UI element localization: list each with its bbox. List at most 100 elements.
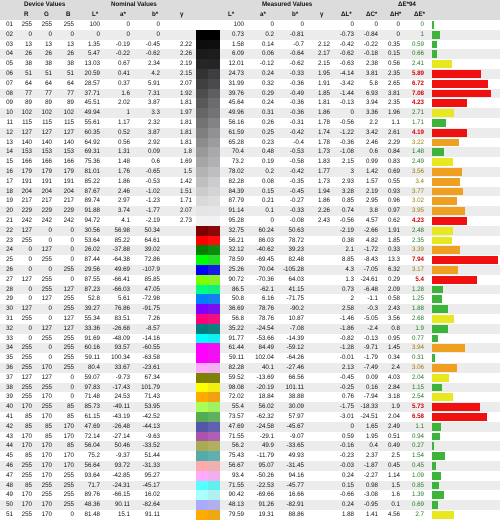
nominal-a-cell: 85.22 bbox=[114, 236, 130, 244]
measured-color-swatch bbox=[208, 470, 220, 481]
nominal-a-cell: 0.41 bbox=[117, 70, 130, 77]
measured-l-cell: 6.09 bbox=[231, 50, 244, 58]
nominal-gamma-cell: 2.15 bbox=[179, 70, 192, 77]
nominal-b-cell: 2.32 bbox=[147, 119, 160, 126]
nominal-a-cell: 1.48 bbox=[117, 158, 130, 166]
delta-e-bar bbox=[432, 462, 436, 470]
delta-e-cell: 7.08 bbox=[411, 89, 424, 97]
nominal-gamma-cell: 2.07 bbox=[179, 79, 192, 87]
device-g-cell: 170 bbox=[41, 364, 52, 371]
device-r-cell: 13 bbox=[25, 40, 32, 48]
device-r-cell: 255 bbox=[21, 21, 32, 28]
measured-a-cell: -69.66 bbox=[256, 491, 274, 499]
device-r-cell: 255 bbox=[21, 471, 32, 479]
nominal-l-cell: 59.07 bbox=[84, 373, 100, 381]
measured-gamma-cell: 2.26 bbox=[317, 207, 330, 215]
measured-color-swatch bbox=[208, 98, 220, 109]
delta-h-cell: 0.56 bbox=[387, 60, 400, 68]
device-r-cell: 127 bbox=[21, 373, 32, 381]
delta-e-cell: 4.23 bbox=[411, 217, 424, 224]
delta-h-cell: 1.6 bbox=[391, 491, 400, 499]
delta-l-cell: -0.23 bbox=[339, 452, 354, 460]
nominal-b-cell: -45.17 bbox=[142, 481, 160, 489]
device-g-cell: 170 bbox=[41, 462, 52, 469]
device-b-cell: 255 bbox=[63, 344, 74, 352]
measured-b-cell: -0.08 bbox=[289, 217, 304, 224]
device-b-cell: 204 bbox=[63, 187, 74, 195]
table-row: 51 255 170 0 81.48 15.1 91.11 79.59 19.31 88.86 1.… bbox=[0, 510, 500, 520]
measured-l-cell: 45.64 bbox=[228, 99, 244, 107]
table-row: 15 166 166 166 75.36 1.48 0.6 1.69 73.2 0.19 -0.58… bbox=[0, 157, 500, 167]
nominal-l-cell: 53.64 bbox=[84, 236, 100, 244]
nominal-a-cell: 0 bbox=[126, 21, 130, 28]
device-b-cell: 191 bbox=[63, 177, 74, 185]
nominal-gamma-cell: 2.26 bbox=[179, 50, 192, 58]
delta-e-bar bbox=[432, 70, 481, 78]
measured-b-cell: 78.72 bbox=[288, 236, 304, 244]
patch-id-cell: 39 bbox=[6, 393, 13, 401]
col-header-delta-h: ΔH* bbox=[390, 11, 402, 18]
table-row: 22 127 0 0 30.56 56.98 50.34 32.75 60.24 50.63 -2.… bbox=[0, 225, 500, 236]
delta-c-cell: -2.66 bbox=[363, 226, 378, 234]
device-r-cell: 0 bbox=[28, 285, 32, 293]
nominal-b-cell: 95.27 bbox=[144, 471, 160, 479]
measured-b-cell: 49.93 bbox=[288, 452, 304, 460]
device-g-cell: 255 bbox=[41, 21, 52, 28]
patch-id-cell: 16 bbox=[6, 168, 13, 175]
measured-b-cell: -0.42 bbox=[289, 168, 304, 175]
device-b-cell: 77 bbox=[67, 89, 74, 97]
measured-color-swatch bbox=[208, 363, 220, 373]
delta-l-cell: 0 bbox=[350, 422, 354, 430]
header-delta-e94: ΔE*94 bbox=[398, 1, 416, 8]
device-r-cell: 0 bbox=[28, 30, 32, 38]
nominal-color-swatch bbox=[196, 353, 208, 363]
device-r-cell: 255 bbox=[21, 393, 32, 401]
measured-a-cell: 0.2 bbox=[265, 30, 274, 38]
delta-c-cell: -24.61 bbox=[360, 275, 378, 283]
nominal-gamma-cell: 1.5 bbox=[183, 168, 192, 175]
measured-a-cell: 18.84 bbox=[258, 393, 274, 401]
delta-e-bar bbox=[432, 442, 435, 451]
delta-l-cell: 2.13 bbox=[341, 364, 354, 371]
device-b-cell: 255 bbox=[63, 501, 74, 509]
device-r-cell: 255 bbox=[21, 236, 32, 244]
nominal-a-cell: 0.52 bbox=[117, 128, 130, 136]
table-row: 19 217 217 217 89.74 2.97 -1.23 1.71 87.79 0.21 -0… bbox=[0, 196, 500, 207]
delta-h-cell: 1.45 bbox=[387, 344, 400, 352]
delta-h-cell: 1.85 bbox=[387, 236, 400, 244]
nominal-l-cell: 85.73 bbox=[84, 403, 100, 411]
delta-h-cell: 0.55 bbox=[387, 177, 400, 185]
measured-b-cell: -9.07 bbox=[289, 432, 304, 440]
delta-h-cell: 2.09 bbox=[387, 285, 400, 293]
table-row: 33 0 255 255 91.69 -48.09 -14.16 91.77 -53.66 -14… bbox=[0, 333, 500, 344]
patch-id-cell: 51 bbox=[6, 511, 13, 518]
table-row: 23 255 0 0 53.64 85.22 64.61 56.21 86.03 78.72 0.3… bbox=[0, 235, 500, 246]
device-r-cell: 242 bbox=[21, 217, 32, 224]
nominal-b-cell: 101.79 bbox=[141, 383, 160, 391]
nominal-color-swatch bbox=[196, 137, 208, 148]
measured-l-cell: 61.59 bbox=[228, 128, 244, 136]
measured-color-swatch bbox=[208, 265, 220, 275]
nominal-l-cell: 87.55 bbox=[84, 275, 100, 283]
nominal-l-cell: 87.44 bbox=[84, 256, 100, 264]
delta-e-cell: 0.31 bbox=[411, 354, 424, 362]
delta-l-cell: -1.28 bbox=[339, 344, 354, 352]
measured-a-cell: 0.32 bbox=[261, 79, 274, 87]
table-row: 46 255 170 170 56.64 93.72 -31.33 56.67 95.07 -31… bbox=[0, 461, 500, 471]
delta-e-cell: 6.58 bbox=[411, 413, 424, 420]
delta-e-cell: 4.19 bbox=[411, 128, 424, 136]
measured-color-swatch bbox=[208, 216, 220, 226]
delta-e-bar bbox=[432, 501, 438, 509]
measured-a-cell: 0.48 bbox=[261, 148, 274, 156]
delta-l-cell: -0.36 bbox=[339, 138, 354, 146]
delta-c-cell: -2.4 bbox=[367, 324, 378, 332]
nominal-b-cell: 50.34 bbox=[144, 226, 160, 234]
measured-gamma-cell: 2.15 bbox=[317, 60, 330, 68]
measured-a-cell: 0.06 bbox=[261, 50, 274, 58]
delta-e-bar bbox=[432, 40, 437, 49]
delta-l-cell: 2.58 bbox=[341, 305, 354, 313]
measured-a-cell: -40.62 bbox=[256, 246, 274, 254]
measured-gamma-cell: 1.73 bbox=[317, 177, 330, 185]
nominal-a-cell: 76.86 bbox=[114, 305, 130, 313]
measured-b-cell: -0.7 bbox=[293, 40, 304, 48]
